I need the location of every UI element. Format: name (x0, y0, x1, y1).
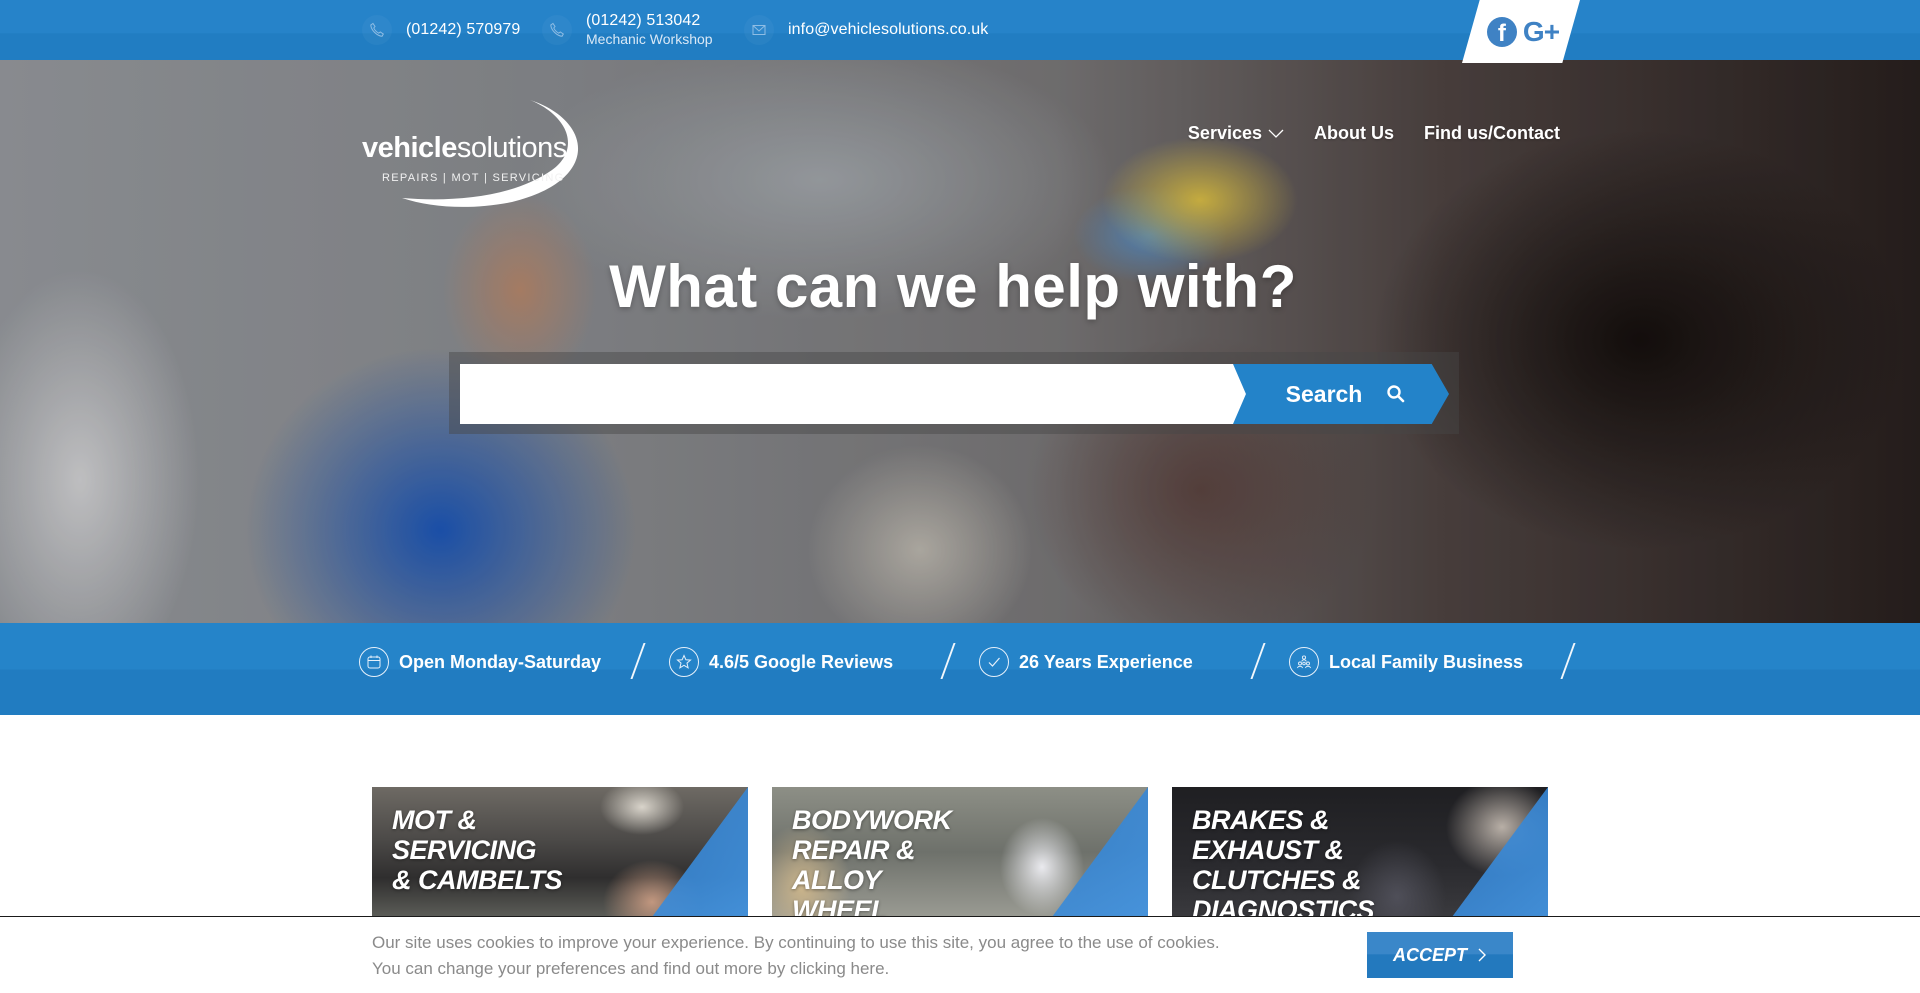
hero-background-image (0, 60, 1920, 623)
feature-google-reviews: 4.6/5 Google Reviews (669, 645, 893, 679)
social-links: f G+ (1462, 0, 1580, 63)
features-strip: Open Monday-Saturday 4.6/5 Google Review… (0, 623, 1920, 715)
phone-main-link[interactable]: (01242) 570979 (362, 0, 520, 60)
cookie-message: Our site uses cookies to improve your ex… (372, 930, 1292, 982)
feature-label: 26 Years Experience (1019, 651, 1193, 672)
cookie-preferences-link[interactable]: You can change your preferences and find… (372, 956, 1292, 982)
nav-services[interactable]: Services (1188, 123, 1284, 144)
feature-experience: 26 Years Experience (979, 645, 1193, 679)
card-accent (1052, 787, 1148, 917)
feature-label: 4.6/5 Google Reviews (709, 651, 894, 672)
divider (1250, 643, 1266, 679)
phone-main-number: (01242) 570979 (406, 21, 521, 38)
feature-opening-hours: Open Monday-Saturday (359, 645, 601, 679)
service-card-title: MOT & SERVICING & CAMBELTS (392, 805, 563, 895)
mail-icon (744, 15, 774, 45)
hero-section: vehiclesolutions REPAIRS | MOT | SERVICI… (0, 60, 1920, 623)
phone-workshop-label: Mechanic Workshop (586, 31, 713, 47)
divider (630, 643, 646, 679)
phone-icon (362, 15, 392, 45)
family-icon (1289, 647, 1319, 677)
search-button[interactable]: Search (1233, 364, 1449, 424)
site-logo[interactable]: vehiclesolutions REPAIRS | MOT | SERVICI… (362, 90, 602, 210)
service-card-title: BODYWORK REPAIR & ALLOY WHEEL (792, 805, 952, 917)
cookie-accept-button[interactable]: ACCEPT (1367, 932, 1513, 978)
check-icon (979, 647, 1009, 677)
chevron-right-icon (1478, 948, 1486, 962)
services-grid: MOT & SERVICING & CAMBELTS BODYWORK REPA… (372, 787, 1550, 917)
email-link[interactable]: info@vehiclesolutions.co.uk (744, 0, 988, 60)
phone-icon (542, 15, 572, 45)
card-accent (1452, 787, 1548, 917)
search-button-label: Search (1285, 380, 1363, 407)
feature-label: Open Monday-Saturday (399, 651, 602, 672)
phone-workshop-link[interactable]: (01242) 513042 Mechanic Workshop (542, 0, 713, 60)
cookie-banner: Our site uses cookies to improve your ex… (0, 916, 1920, 993)
search-bar: Search (449, 352, 1459, 434)
hero-title: What can we help with? (609, 253, 1297, 320)
email-address: info@vehiclesolutions.co.uk (788, 21, 989, 38)
accept-label: ACCEPT (1392, 944, 1467, 965)
nav-about-us[interactable]: About Us (1314, 123, 1394, 144)
service-card-title: BRAKES & EXHAUST & CLUTCHES & DIAGNOSTIC… (1192, 805, 1375, 917)
card-accent (652, 787, 748, 917)
service-card-bodywork[interactable]: BODYWORK REPAIR & ALLOY WHEEL (772, 787, 1148, 917)
divider (940, 643, 956, 679)
top-contact-bar: (01242) 570979 (01242) 513042 Mechanic W… (0, 0, 1920, 63)
main-nav: Services About Us Find us/Contact (1188, 123, 1560, 144)
logo-wordmark: vehiclesolutions (362, 132, 567, 164)
search-input[interactable] (460, 364, 1250, 424)
calendar-icon (359, 647, 389, 677)
feature-family-business: Local Family Business (1289, 645, 1523, 679)
cookie-message-line: Our site uses cookies to improve your ex… (372, 933, 1220, 952)
service-card-brakes-exhaust[interactable]: BRAKES & EXHAUST & CLUTCHES & DIAGNOSTIC… (1172, 787, 1548, 917)
star-icon (669, 647, 699, 677)
service-card-mot-servicing[interactable]: MOT & SERVICING & CAMBELTS (372, 787, 748, 917)
google-plus-icon[interactable]: G+ (1523, 16, 1560, 48)
search-icon (1387, 385, 1405, 403)
nav-find-us-contact[interactable]: Find us/Contact (1424, 123, 1560, 144)
feature-label: Local Family Business (1329, 651, 1524, 672)
divider (1560, 643, 1576, 679)
phone-workshop-number: (01242) 513042 (586, 12, 701, 29)
facebook-icon[interactable]: f (1486, 16, 1517, 47)
chevron-down-icon (1268, 129, 1284, 138)
logo-tagline: REPAIRS | MOT | SERVICING (382, 172, 565, 184)
